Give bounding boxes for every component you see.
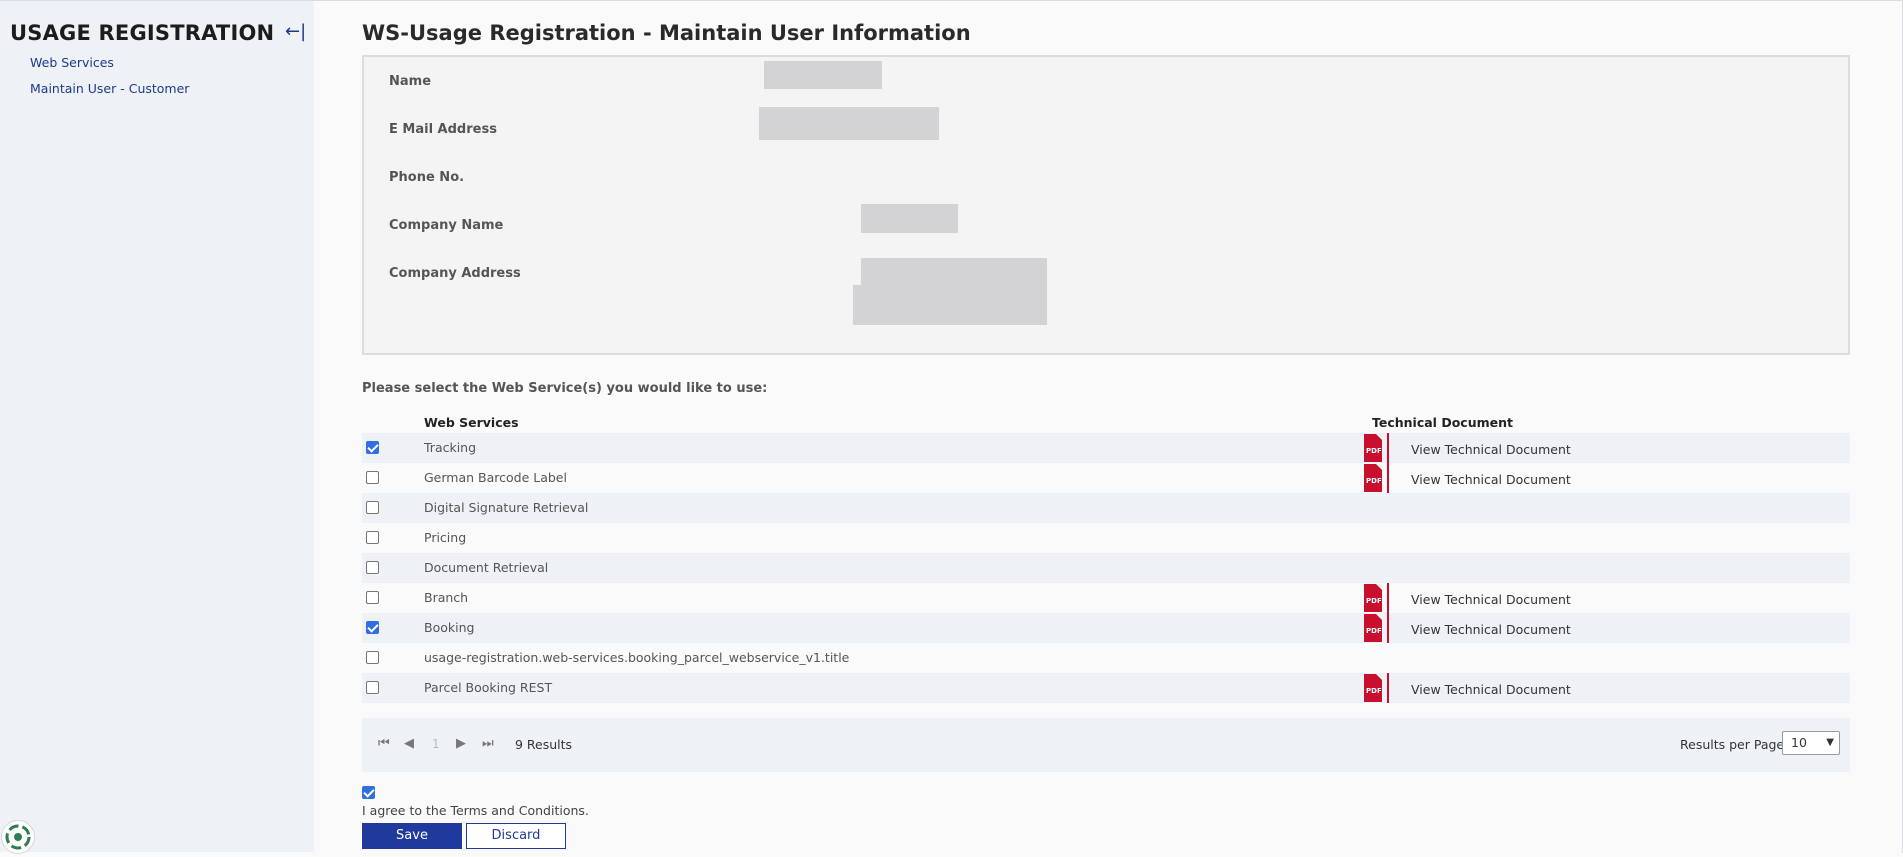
collapse-sidebar-icon[interactable]: ←| xyxy=(285,21,306,42)
service-checkbox[interactable] xyxy=(366,591,379,604)
company-address-label: Company Address xyxy=(389,266,521,281)
user-info-panel: Name E Mail Address Phone No. Company Na… xyxy=(362,55,1850,355)
col-web-services: Web Services xyxy=(424,415,519,430)
col-technical-document: Technical Document xyxy=(1372,415,1513,430)
service-checkbox[interactable] xyxy=(366,621,379,634)
sidebar-title: USAGE REGISTRATION xyxy=(10,21,275,45)
next-page-icon[interactable]: ▶ xyxy=(456,736,466,751)
email-label: E Mail Address xyxy=(389,122,497,137)
table-row: usage-registration.web-services.booking_… xyxy=(362,643,1850,673)
last-page-icon[interactable]: ⏭ xyxy=(482,736,494,751)
name-value-redacted xyxy=(764,61,882,89)
sidebar: USAGE REGISTRATION ←| Web Services Maint… xyxy=(0,0,314,854)
service-checkbox[interactable] xyxy=(366,501,379,514)
page-number[interactable]: 1 xyxy=(432,737,440,751)
table-row: Pricing xyxy=(362,523,1850,553)
svg-text:PDF: PDF xyxy=(1366,687,1382,695)
svg-text:PDF: PDF xyxy=(1366,447,1382,455)
main-content: WS-Usage Registration - Maintain User In… xyxy=(314,0,1903,853)
table-row: Booking PDF View Technical Document xyxy=(362,613,1850,643)
services-prompt: Please select the Web Service(s) you wou… xyxy=(362,381,768,396)
results-per-page-label: Results per Page xyxy=(1680,737,1785,752)
service-name: Branch xyxy=(424,590,469,605)
service-name: Tracking xyxy=(424,440,477,455)
table-row: Branch PDF View Technical Document xyxy=(362,583,1850,613)
company-address-value-redacted xyxy=(861,258,1047,286)
service-name: usage-registration.web-services.booking_… xyxy=(424,650,850,665)
service-name: Document Retrieval xyxy=(424,560,549,575)
email-value-redacted xyxy=(759,107,939,140)
service-name: Parcel Booking REST xyxy=(424,680,553,695)
view-technical-document-link[interactable]: View Technical Document xyxy=(1411,592,1571,607)
service-checkbox[interactable] xyxy=(366,561,379,574)
terms-checkbox[interactable] xyxy=(362,786,375,799)
name-label: Name xyxy=(389,74,432,89)
page-title: WS-Usage Registration - Maintain User In… xyxy=(362,21,971,45)
chevron-down-icon: ▼ xyxy=(1826,737,1834,748)
prev-page-icon[interactable]: ◀ xyxy=(404,736,414,751)
company-name-label: Company Name xyxy=(389,218,504,233)
results-per-page-select[interactable]: 10 ▼ xyxy=(1782,731,1840,755)
company-name-value-redacted xyxy=(861,204,958,233)
app-logo-icon[interactable] xyxy=(1,820,35,854)
pdf-icon[interactable]: PDF xyxy=(1362,463,1390,493)
table-row: Document Retrieval xyxy=(362,553,1850,583)
terms-text: I agree to the Terms and Conditions. xyxy=(362,803,589,818)
sidebar-item-web-services[interactable]: Web Services xyxy=(30,55,114,70)
service-checkbox[interactable] xyxy=(366,471,379,484)
results-count: 9 Results xyxy=(515,737,573,752)
sidebar-item-maintain-user[interactable]: Maintain User - Customer xyxy=(30,81,189,96)
service-name: Booking xyxy=(424,620,475,635)
pdf-icon[interactable]: PDF xyxy=(1362,613,1390,643)
save-button[interactable]: Save xyxy=(362,823,462,849)
discard-button[interactable]: Discard xyxy=(466,823,566,849)
pdf-icon[interactable]: PDF xyxy=(1362,673,1390,703)
view-technical-document-link[interactable]: View Technical Document xyxy=(1411,622,1571,637)
table-row: German Barcode Label PDF View Technical Do… xyxy=(362,463,1850,493)
company-address-value-redacted-2 xyxy=(853,285,1047,325)
phone-label: Phone No. xyxy=(389,170,465,185)
svg-text:PDF: PDF xyxy=(1366,477,1382,485)
service-checkbox[interactable] xyxy=(366,651,379,664)
view-technical-document-link[interactable]: View Technical Document xyxy=(1411,472,1571,487)
service-name: Digital Signature Retrieval xyxy=(424,500,589,515)
pagination-bar: ⏮ ◀ 1 ▶ ⏭ 9 Results Results per Page 10 … xyxy=(362,718,1850,772)
table-row: Digital Signature Retrieval xyxy=(362,493,1850,523)
results-per-page-value: 10 xyxy=(1791,735,1807,750)
service-checkbox[interactable] xyxy=(366,681,379,694)
service-checkbox[interactable] xyxy=(366,441,379,454)
service-checkbox[interactable] xyxy=(366,531,379,544)
table-row: Tracking PDF View Technical Document xyxy=(362,433,1850,463)
view-technical-document-link[interactable]: View Technical Document xyxy=(1411,682,1571,697)
pdf-icon[interactable]: PDF xyxy=(1362,583,1390,613)
service-name: Pricing xyxy=(424,530,467,545)
table-row: Parcel Booking REST PDF View Technical Doc… xyxy=(362,673,1850,703)
first-page-icon[interactable]: ⏮ xyxy=(378,736,390,751)
svg-text:PDF: PDF xyxy=(1366,627,1382,635)
svg-text:PDF: PDF xyxy=(1366,597,1382,605)
pdf-icon[interactable]: PDF xyxy=(1362,433,1390,463)
view-technical-document-link[interactable]: View Technical Document xyxy=(1411,442,1571,457)
service-name: German Barcode Label xyxy=(424,470,567,485)
